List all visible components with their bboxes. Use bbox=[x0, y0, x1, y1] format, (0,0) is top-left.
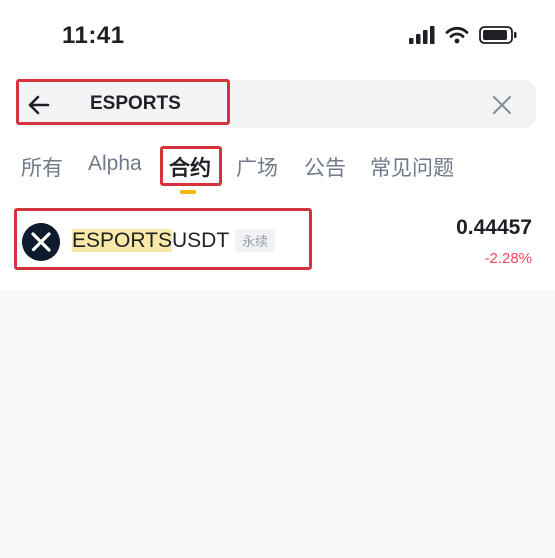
highlight-box-result bbox=[14, 208, 312, 270]
wifi-icon bbox=[445, 26, 469, 44]
tab-faq[interactable]: 常见问题 bbox=[370, 152, 454, 182]
tab-alpha[interactable]: Alpha bbox=[88, 152, 142, 176]
status-time: 11:41 bbox=[62, 22, 125, 49]
result-change: -2.28% bbox=[484, 250, 532, 267]
result-price: 0.44457 bbox=[456, 216, 532, 239]
tab-all[interactable]: 所有 bbox=[21, 152, 63, 182]
highlight-box-tab bbox=[160, 146, 222, 186]
status-icons bbox=[409, 26, 517, 44]
highlight-box-search bbox=[16, 79, 230, 125]
battery-icon bbox=[479, 26, 517, 44]
empty-results-area bbox=[0, 290, 555, 558]
tab-bar: 所有 Alpha 合约 广场 公告 常见问题 bbox=[0, 148, 555, 188]
active-tab-indicator bbox=[180, 190, 196, 194]
signal-icon bbox=[409, 26, 435, 44]
close-icon[interactable] bbox=[490, 93, 514, 117]
tab-announcements[interactable]: 公告 bbox=[304, 152, 346, 182]
tab-square[interactable]: 广场 bbox=[236, 152, 278, 182]
